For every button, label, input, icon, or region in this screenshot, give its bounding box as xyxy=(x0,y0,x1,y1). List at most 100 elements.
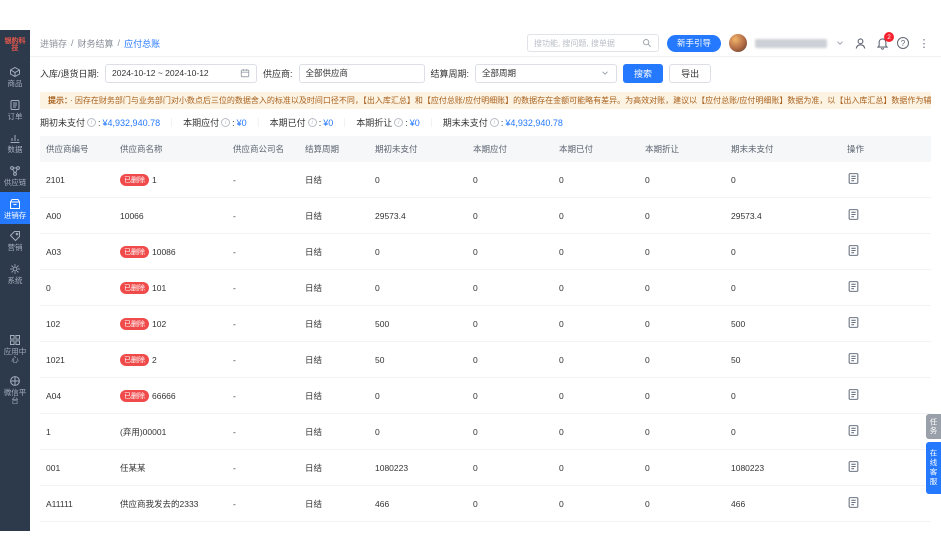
detail-icon[interactable] xyxy=(847,496,860,509)
cell-payable: 0 xyxy=(467,413,553,450)
cell-cycle: 日结 xyxy=(299,305,369,342)
info-icon: i xyxy=(307,118,317,127)
deleted-badge: 已删除 xyxy=(120,317,149,330)
sidebar-item-orders[interactable]: 订单 xyxy=(0,93,30,126)
breadcrumb-item-1[interactable]: 进销存 xyxy=(40,37,67,50)
deleted-badge: 已删除 xyxy=(120,281,149,294)
bell-icon[interactable]: 2 xyxy=(875,32,894,50)
sidebar-item-app-center[interactable]: 应用中心 xyxy=(0,328,30,369)
cycle-select[interactable]: 全部周期 xyxy=(475,63,618,83)
cell-name: 1 xyxy=(152,174,157,185)
supplier-value: 全部供应商 xyxy=(305,68,349,78)
deleted-badge: 已删除 xyxy=(120,245,149,258)
cell-paid: 0 xyxy=(553,449,639,486)
filter-bar: 入库/退货日期: 2024-10-12 ~ 2024-10-12 供应商: 全部… xyxy=(30,57,941,87)
cell-no: A03 xyxy=(40,233,114,270)
search-icon xyxy=(643,39,651,47)
globe-icon xyxy=(10,375,20,386)
sidebar-item-goods[interactable]: 商品 xyxy=(0,60,30,93)
summary-period-discount: 本期折让 i: ¥0 xyxy=(356,117,420,129)
cell-no: 1021 xyxy=(40,341,114,378)
detail-icon[interactable] xyxy=(847,244,860,257)
cell-payable: 0 xyxy=(467,449,553,486)
calendar-icon xyxy=(240,69,250,78)
table-row: 001 任某某 - 日结 1080223 0 0 0 1080223 xyxy=(40,449,931,486)
cell-closing: 1080223 xyxy=(725,449,841,486)
sidebar-item-data[interactable]: 数据 xyxy=(0,126,30,159)
cell-opening: 29573.4 xyxy=(369,197,467,234)
cell-company: - xyxy=(227,162,299,198)
cell-closing: 0 xyxy=(725,269,841,306)
detail-icon[interactable] xyxy=(847,280,860,293)
cell-paid: 0 xyxy=(553,233,639,270)
cell-opening: 0 xyxy=(369,162,467,198)
sidebar-item-wechat-platform[interactable]: 微信平台 xyxy=(0,369,30,410)
table-row: 102 已删除 102 - 日结 500 0 0 0 500 xyxy=(40,305,931,342)
detail-icon[interactable] xyxy=(847,388,860,401)
supplier-label: 供应商: xyxy=(263,68,293,79)
cell-cycle: 日结 xyxy=(299,162,369,198)
cell-paid: 0 xyxy=(553,305,639,342)
sidebar-item-marketing[interactable]: 营销 xyxy=(0,224,30,257)
info-icon: i xyxy=(221,118,231,127)
table-row: 1 (弃用)00001 - 日结 0 0 0 0 0 xyxy=(40,413,931,450)
col-period-discount: 本期折让 xyxy=(639,136,725,162)
search-button[interactable]: 搜索 xyxy=(623,63,664,83)
detail-icon[interactable] xyxy=(847,208,860,221)
tag-icon xyxy=(9,231,20,242)
cell-cycle: 日结 xyxy=(299,197,369,234)
cell-cycle: 日结 xyxy=(299,449,369,486)
guide-button[interactable]: 新手引导 xyxy=(666,34,721,52)
detail-icon[interactable] xyxy=(847,172,860,185)
cell-discount: 0 xyxy=(639,377,725,414)
help-icon[interactable]: ? xyxy=(897,37,909,49)
cell-closing: 0 xyxy=(725,162,841,198)
cell-name: (弃用)00001 xyxy=(120,426,167,437)
sidebar-item-supply-chain[interactable]: 供应链 xyxy=(0,159,30,192)
detail-icon[interactable] xyxy=(847,460,860,473)
breadcrumb-current: 应付总账 xyxy=(124,38,161,49)
more-icon[interactable]: ⋮ xyxy=(917,36,931,50)
cell-payable: 0 xyxy=(467,233,553,270)
sidebar-item-system[interactable]: 系统 xyxy=(0,257,30,290)
cube-icon xyxy=(10,66,20,78)
cell-discount: 0 xyxy=(639,269,725,306)
table-row: A00 10066 - 日结 29573.4 0 0 0 29573.4 xyxy=(40,197,931,234)
summary-value: ¥0 xyxy=(236,117,247,128)
detail-icon[interactable] xyxy=(847,424,860,437)
detail-icon[interactable] xyxy=(847,316,860,329)
chevron-down-icon xyxy=(602,71,608,75)
cell-name: 10086 xyxy=(152,246,176,257)
supplier-input[interactable]: 全部供应商 xyxy=(298,63,425,83)
cell-opening: 466 xyxy=(369,485,467,522)
detail-icon[interactable] xyxy=(847,352,860,365)
cell-opening: 0 xyxy=(369,233,467,270)
info-icon: i xyxy=(87,118,97,127)
task-tab[interactable]: 任务 xyxy=(926,414,941,439)
breadcrumb-item-2[interactable]: 财务结算 xyxy=(78,37,114,50)
cell-cycle: 日结 xyxy=(299,233,369,270)
main-content: 进销存 / 财务结算 / 应付总账 搜功能, 搜问题, 搜单据 新手引导 2 ?… xyxy=(30,30,941,531)
suppliers-table: 供应商编号 供应商名称 供应商公司名 结算周期 期初未支付 本期应付 本期已付 … xyxy=(40,136,931,522)
table-header-row: 供应商编号 供应商名称 供应商公司名 结算周期 期初未支付 本期应付 本期已付 … xyxy=(40,136,931,162)
export-button[interactable]: 导出 xyxy=(669,63,712,83)
col-company-name: 供应商公司名 xyxy=(227,136,299,162)
cell-name: 102 xyxy=(152,318,167,329)
cell-cycle: 日结 xyxy=(299,341,369,378)
chevron-down-icon[interactable] xyxy=(835,38,845,48)
global-search-input[interactable]: 搜功能, 搜问题, 搜单据 xyxy=(526,34,659,52)
cell-paid: 0 xyxy=(553,269,639,306)
date-range-input[interactable]: 2024-10-12 ~ 2024-10-12 xyxy=(105,63,258,83)
avatar[interactable] xyxy=(729,34,747,52)
cell-company: - xyxy=(227,305,299,342)
info-icon: i xyxy=(489,118,499,127)
cell-cycle: 日结 xyxy=(299,485,369,522)
cell-company: - xyxy=(227,341,299,378)
service-ribbon[interactable]: 在线客服 xyxy=(926,442,941,494)
invite-icon[interactable] xyxy=(853,36,867,50)
notice-prefix: 提示： xyxy=(48,96,68,105)
cell-closing: 466 xyxy=(725,485,841,522)
sidebar-item-inventory[interactable]: 进销存 xyxy=(0,191,30,225)
deleted-badge: 已删除 xyxy=(120,389,149,402)
cell-discount: 0 xyxy=(639,485,725,522)
